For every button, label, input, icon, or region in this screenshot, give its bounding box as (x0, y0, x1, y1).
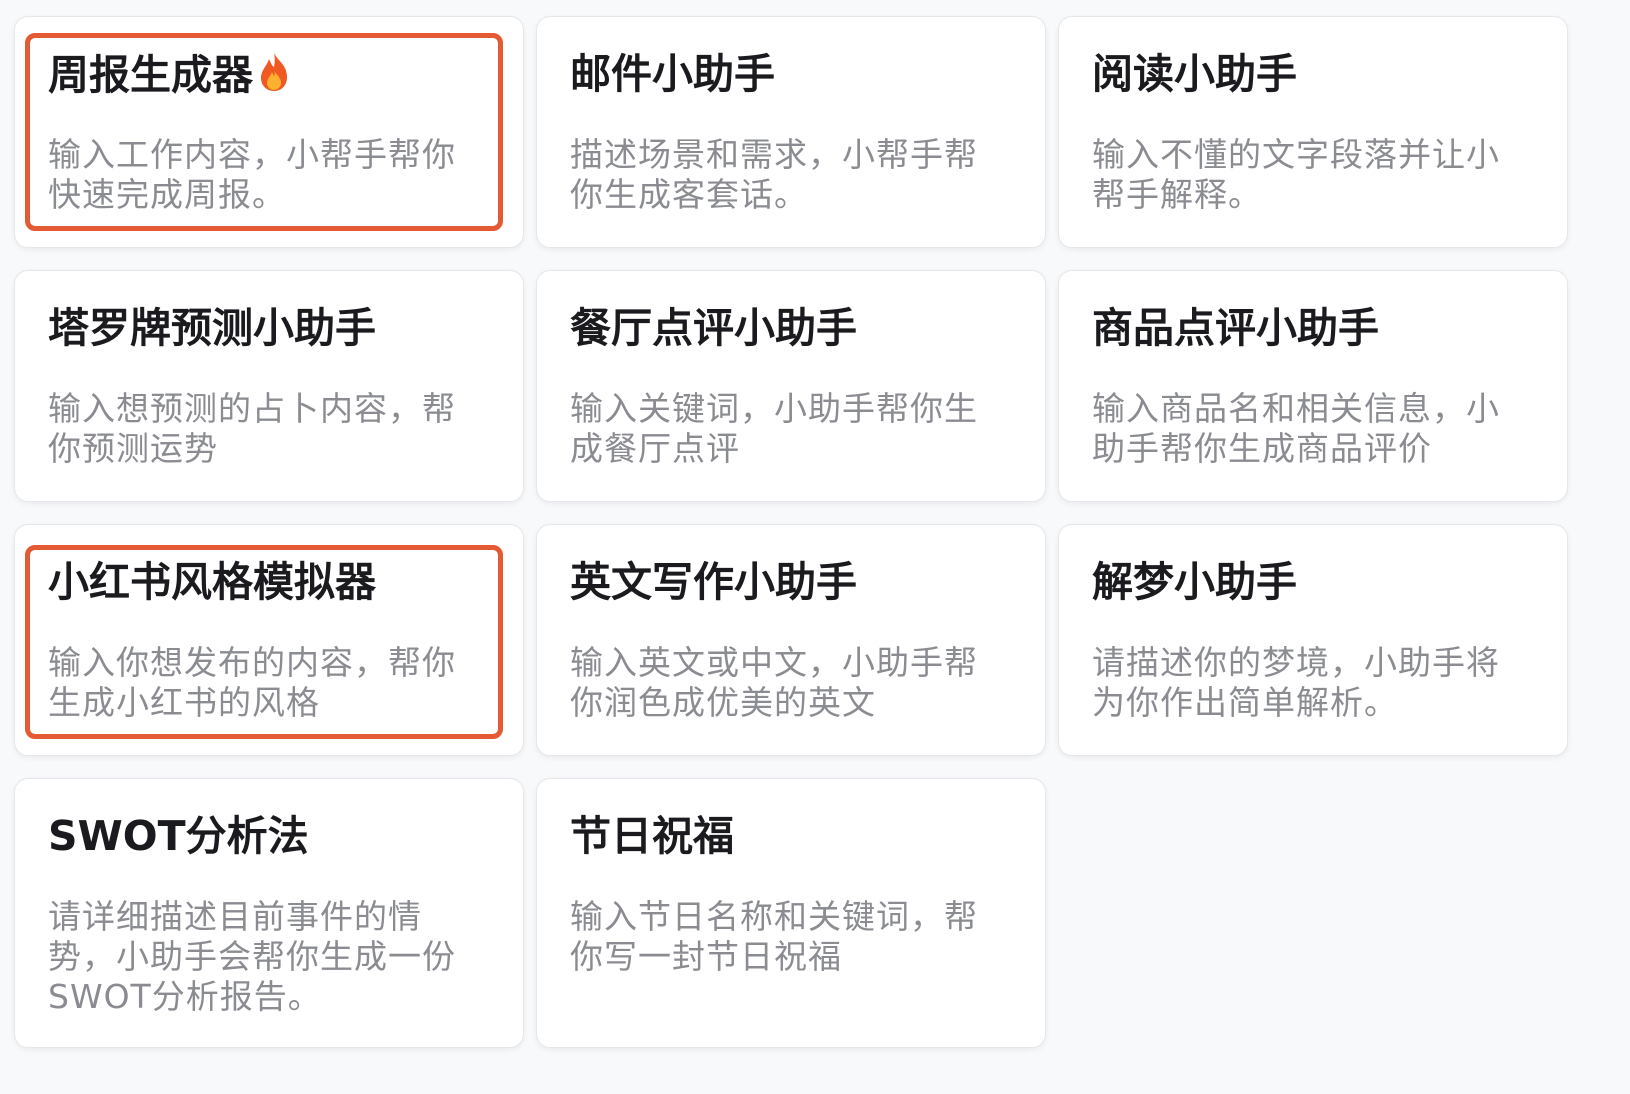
card-email-assistant[interactable]: 邮件小助手 描述场景和需求，小帮手帮你生成客套话。 (536, 16, 1046, 248)
card-description: 输入你想发布的内容，帮你生成小红书的风格 (48, 643, 456, 722)
card-title: 餐厅点评小助手 (570, 304, 857, 352)
card-title: 英文写作小助手 (570, 558, 857, 606)
card-description: 输入想预测的占卜内容，帮你预测运势 (48, 389, 456, 468)
card-description: 输入关键词，小助手帮你生成餐厅点评 (570, 389, 978, 468)
card-title: 周报生成器 (48, 50, 291, 103)
card-title: 邮件小助手 (570, 50, 775, 98)
card-title: SWOT分析法 (48, 812, 309, 860)
card-description: 输入不懂的文字段落并让小帮手解释。 (1092, 135, 1500, 214)
card-description: 请描述你的梦境，小助手将为你作出简单解析。 (1092, 643, 1500, 722)
assistant-card-grid: 周报生成器 输入工作内容，小帮手帮你快速完成周报。 邮件小助手 描述场景和需求，… (0, 0, 1630, 1094)
card-description: 描述场景和需求，小帮手帮你生成客套话。 (570, 135, 978, 214)
card-restaurant-review-assistant[interactable]: 餐厅点评小助手 输入关键词，小助手帮你生成餐厅点评 (536, 270, 1046, 502)
card-swot-analysis[interactable]: SWOT分析法 请详细描述目前事件的情势，小助手会帮你生成一份SWOT分析报告。 (14, 778, 524, 1048)
card-description: 输入英文或中文，小助手帮你润色成优美的英文 (570, 643, 978, 722)
card-title: 阅读小助手 (1092, 50, 1297, 98)
card-title: 节日祝福 (570, 812, 734, 860)
card-holiday-greetings[interactable]: 节日祝福 输入节日名称和关键词，帮你写一封节日祝福 (536, 778, 1046, 1048)
card-reading-assistant[interactable]: 阅读小助手 输入不懂的文字段落并让小帮手解释。 (1058, 16, 1568, 248)
card-product-review-assistant[interactable]: 商品点评小助手 输入商品名和相关信息，小助手帮你生成商品评价 (1058, 270, 1568, 502)
card-description: 输入商品名和相关信息，小助手帮你生成商品评价 (1092, 389, 1500, 468)
card-xiaohongshu-style-simulator[interactable]: 小红书风格模拟器 输入你想发布的内容，帮你生成小红书的风格 (14, 524, 524, 756)
card-title: 小红书风格模拟器 (48, 558, 376, 606)
card-description: 请详细描述目前事件的情势，小助手会帮你生成一份SWOT分析报告。 (48, 897, 456, 1016)
card-title: 塔罗牌预测小助手 (48, 304, 376, 352)
fire-icon (257, 50, 291, 103)
card-english-writing-assistant[interactable]: 英文写作小助手 输入英文或中文，小助手帮你润色成优美的英文 (536, 524, 1046, 756)
card-title: 解梦小助手 (1092, 558, 1297, 606)
card-description: 输入工作内容，小帮手帮你快速完成周报。 (48, 135, 456, 214)
card-description: 输入节日名称和关键词，帮你写一封节日祝福 (570, 897, 978, 976)
card-title: 商品点评小助手 (1092, 304, 1379, 352)
card-dream-interpretation-assistant[interactable]: 解梦小助手 请描述你的梦境，小助手将为你作出简单解析。 (1058, 524, 1568, 756)
card-weekly-report-generator[interactable]: 周报生成器 输入工作内容，小帮手帮你快速完成周报。 (14, 16, 524, 248)
card-tarot-assistant[interactable]: 塔罗牌预测小助手 输入想预测的占卜内容，帮你预测运势 (14, 270, 524, 502)
